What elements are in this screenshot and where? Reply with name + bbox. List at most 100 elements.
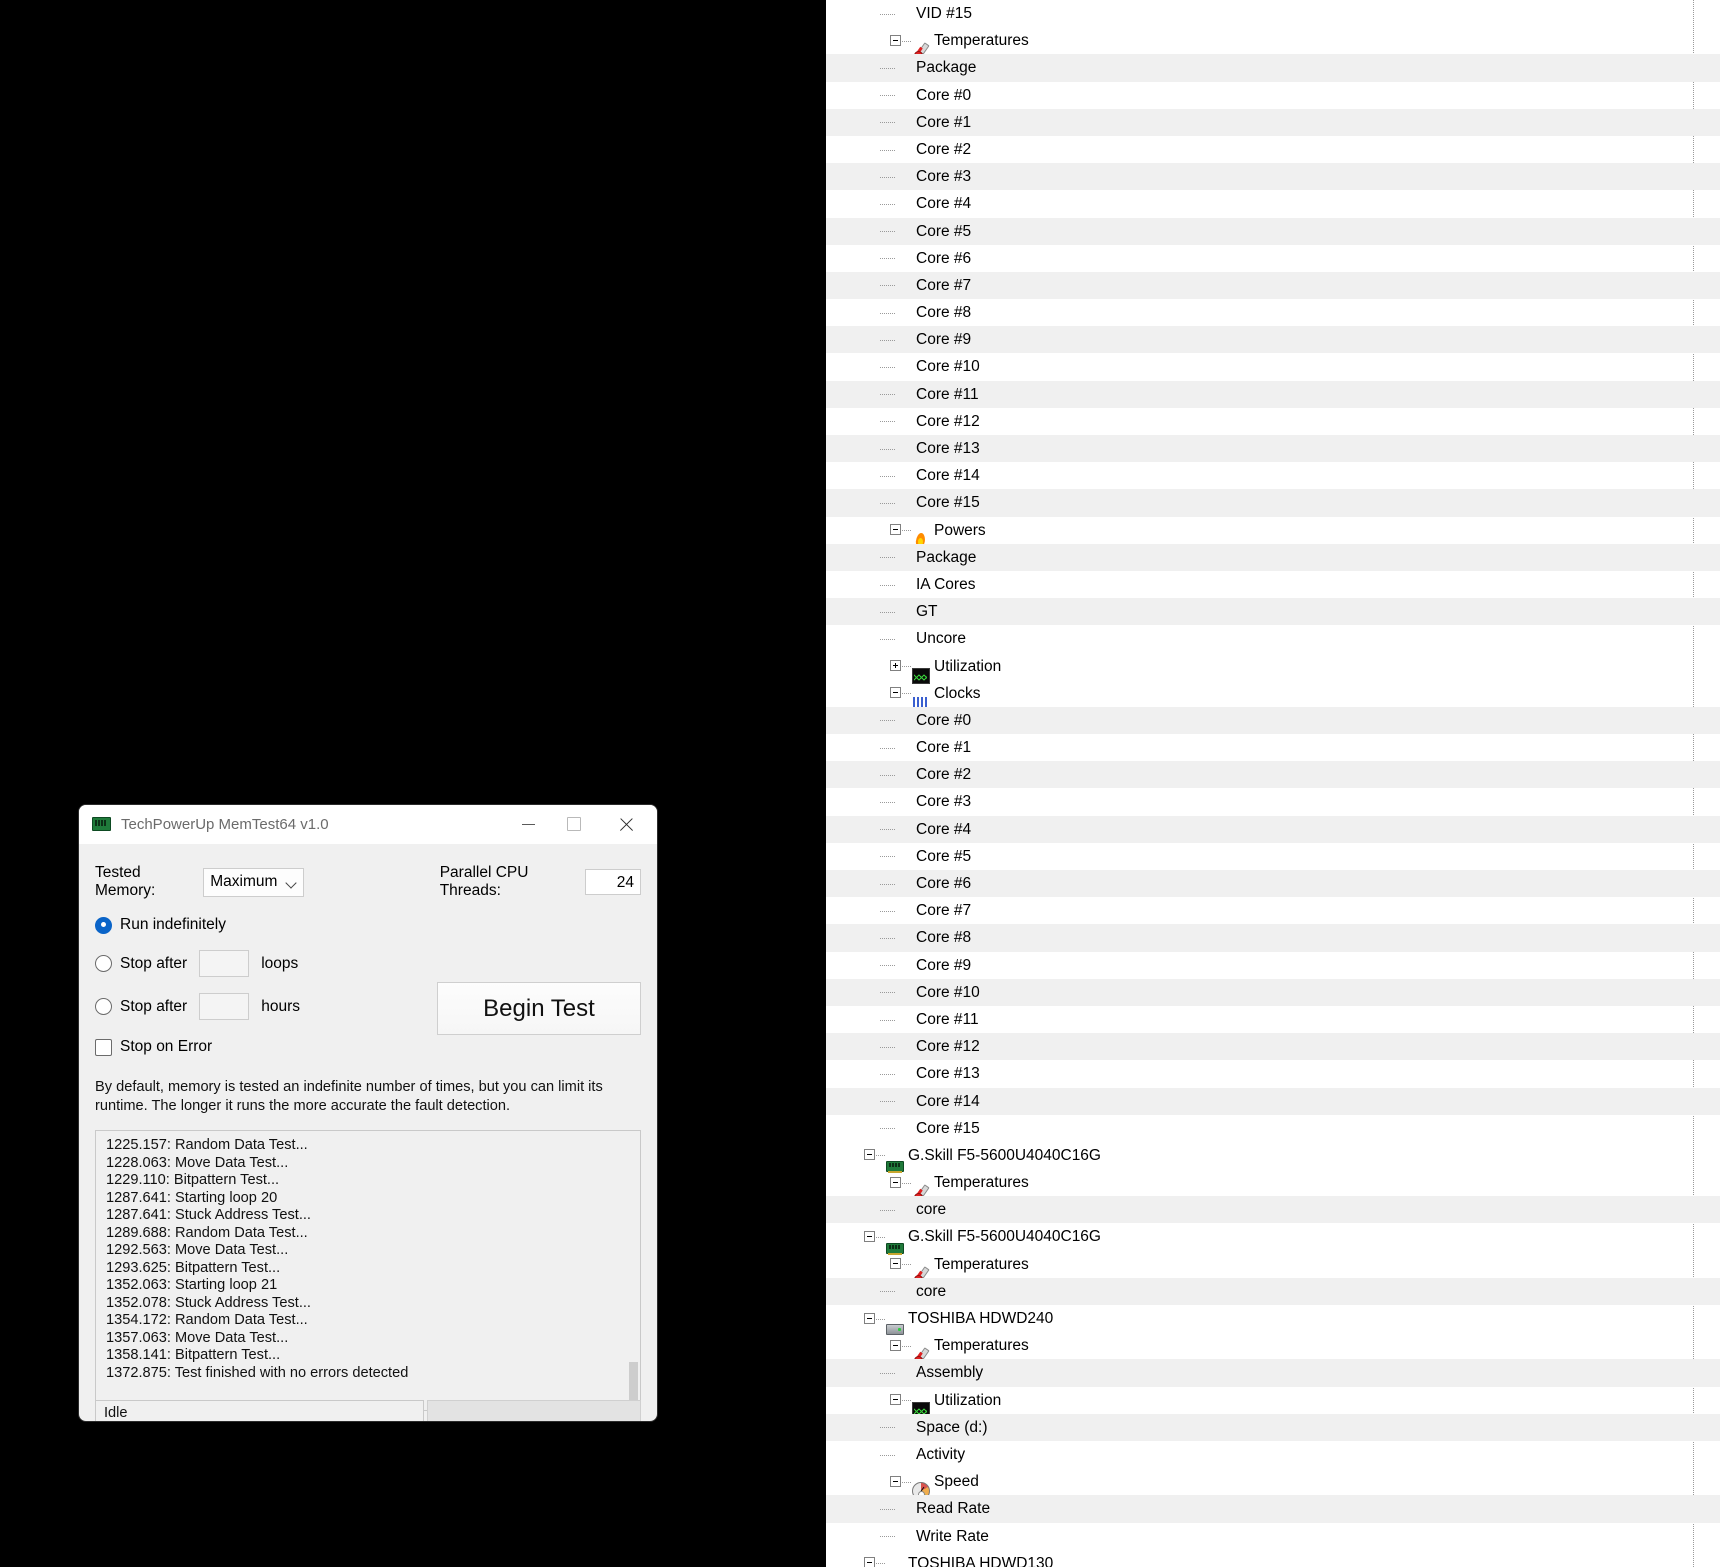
sensor-row[interactable]: Core #04900 MHz500 MHz5100 MHz — [826, 706, 1720, 735]
tested-memory-select[interactable]: Maximum — [203, 867, 304, 897]
sensor-row[interactable]: core45.5 °C (113....32.8 °C (90.9...52.3… — [826, 1196, 1720, 1224]
sensor-row[interactable]: Core #74900 MHz500 MHz5200 MHz — [826, 897, 1720, 924]
sensor-row[interactable]: Core #1336.0 °C (96.8...28.0 °C (82.4...… — [826, 435, 1720, 463]
device-node[interactable]: TOSHIBA HDWD240 — [826, 1305, 1720, 1336]
sensor-row[interactable]: Core #83900 MHz500 MHz3901 MHz — [826, 924, 1720, 952]
tree-connector — [880, 421, 896, 423]
tree-expander[interactable] — [890, 34, 901, 46]
loops-input[interactable] — [199, 950, 250, 977]
memtest64-window[interactable]: TechPowerUp MemTest64 v1.0 Tested Memory… — [78, 804, 658, 1422]
sensor-row[interactable]: Core #1435.0 °C (95.0...28.0 °C (82.4...… — [826, 462, 1720, 489]
sensor-row[interactable]: Core #1134.0 °C (93.2...26.0 °C (78.8...… — [826, 380, 1720, 408]
tree-expander[interactable] — [864, 1149, 875, 1161]
device-node[interactable]: G.Skill F5-5600U4040C16G — [826, 1223, 1720, 1255]
minimize-button[interactable] — [505, 805, 551, 843]
tree-expander[interactable] — [864, 1557, 875, 1567]
sensor-row[interactable]: Package51.0 °C (123....30.0 °C (86.0...9… — [826, 54, 1720, 82]
device-node[interactable]: TOSHIBA HDWD130 — [826, 1550, 1720, 1567]
stop-on-error-row[interactable]: Stop on Error — [95, 1038, 641, 1056]
window-titlebar[interactable]: TechPowerUp MemTest64 v1.0 — [79, 805, 657, 844]
sensor-rows-container[interactable]: VID #151.289 V0.713 V1.319 V Temperatures… — [826, 0, 1720, 1567]
sensor-row[interactable]: Core #035.0 °C (95.0...0.0 °C (32.0 °...… — [826, 82, 1720, 109]
sensor-row[interactable]: Core #65000 MHz500 MHz5200 MHz — [826, 870, 1720, 898]
close-button[interactable] — [603, 805, 649, 843]
begin-test-button[interactable]: Begin Test — [437, 982, 641, 1035]
sensor-row[interactable]: Core #1033.0 °C (91.4...26.0 °C (78.8...… — [826, 353, 1720, 380]
run-indefinitely-row[interactable]: Run indefinitely — [95, 916, 641, 934]
sensor-row[interactable]: IA Cores33.07 W2.05 W238.75 W — [826, 571, 1720, 598]
sensor-row[interactable]: Core #330.0 °C (86.0...0.0 °C (32.0 °...… — [826, 163, 1720, 191]
sensor-row[interactable]: Package34.83 W3.73 W240.52 W — [826, 543, 1720, 571]
device-node[interactable]: G.Skill F5-5600U4040C16G — [826, 1142, 1720, 1174]
group-node[interactable]: Powers — [826, 517, 1720, 547]
sensor-row[interactable]: Core #1536.0 °C (96.8...28.0 °C (82.4...… — [826, 489, 1720, 517]
stop-after-loops-row[interactable]: Stop after loops — [95, 950, 641, 977]
run-indefinitely-radio[interactable] — [95, 916, 112, 934]
sensor-row[interactable]: Core #24900 MHz500 MHz5100 MHz — [826, 761, 1720, 789]
stop-after-hours-radio[interactable] — [95, 998, 112, 1015]
sensor-row[interactable]: Core #1236.0 °C (96.8...27.0 °C (80.6...… — [826, 408, 1720, 435]
tree-expander[interactable] — [890, 1258, 901, 1270]
sensor-row[interactable]: Core #54900 MHz500 MHz5100 MHz — [826, 843, 1720, 870]
sensor-row[interactable]: Core #123900 MHz500 MHz3901 MHz — [826, 1033, 1720, 1061]
tree-expander[interactable] — [890, 687, 901, 699]
tree-expander[interactable] — [890, 1339, 901, 1351]
sensor-label: Core #10 — [916, 983, 980, 1001]
tree-connector — [880, 285, 896, 287]
log-output[interactable]: 1225.157: Random Data Test... 1228.063: M… — [95, 1130, 641, 1411]
hwinfo-sensor-panel[interactable]: VID #151.289 V0.713 V1.319 V Temperatures… — [826, 0, 1720, 1567]
sensor-row[interactable]: Core #113700 MHz500 MHz3901 MHz — [826, 1006, 1720, 1033]
sensor-row[interactable]: Core #536.0 °C (96.8...0.0 °C (32.0 °...… — [826, 217, 1720, 245]
sensor-row[interactable]: Core #634.0 °C (93.2...0.0 °C (32.0 °...… — [826, 245, 1720, 272]
sensor-row[interactable]: Core #153900 MHz500 MHz3901 MHz — [826, 1115, 1720, 1142]
sensor-row[interactable]: Core #432.0 °C (89.6...0.0 °C (32.0 °...… — [826, 190, 1720, 217]
tree-connector — [880, 747, 896, 749]
sensor-row[interactable]: core44.5 °C (112....16.0 °C (60.8...51.8… — [826, 1277, 1720, 1305]
sensor-row[interactable]: Core #133900 MHz500 MHz3901 MHz — [826, 1060, 1720, 1087]
sensor-row[interactable]: Core #135.0 °C (95.0...0.0 °C (32.0 °...… — [826, 108, 1720, 136]
sensor-row[interactable]: Write Rate0.00 MB/s0.00 MB/s0.03 MB/s — [826, 1523, 1720, 1550]
hours-input[interactable] — [199, 993, 250, 1020]
group-node[interactable]: Temperatures — [826, 27, 1720, 61]
tree-expander[interactable] — [890, 524, 901, 536]
tree-expander[interactable] — [864, 1231, 875, 1243]
sensor-row[interactable]: Core #93900 MHz500 MHz3901 MHz — [826, 952, 1720, 979]
sensor-row[interactable]: Core #34900 MHz500 MHz5100 MHz — [826, 788, 1720, 815]
tree-expander[interactable] — [890, 1176, 901, 1188]
sensor-label: Core #2 — [916, 766, 972, 784]
group-node[interactable]: Speed — [826, 1468, 1720, 1501]
maximize-button[interactable] — [551, 805, 597, 843]
sensor-row[interactable]: VID #151.289 V0.713 V1.319 V — [826, 0, 1720, 27]
group-node[interactable]: Temperatures — [826, 1169, 1720, 1203]
sensor-row[interactable]: Core #234.0 °C (93.2...0.0 °C (32.0 °...… — [826, 136, 1720, 163]
sensor-row[interactable]: Core #103900 MHz500 MHz3901 MHz — [826, 978, 1720, 1006]
stop-after-hours-label: Stop after — [120, 997, 188, 1015]
sensor-row[interactable]: Space (d:)98.0 %98.0 %98.0 % — [826, 1413, 1720, 1441]
sensor-row[interactable]: Core #933.0 °C (91.4...26.0 °C (78.8...7… — [826, 326, 1720, 354]
group-node[interactable]: Utilization — [826, 653, 1720, 685]
tree-expander[interactable] — [890, 1475, 901, 1487]
sensor-label: Core #13 — [916, 440, 980, 457]
group-node[interactable]: Utilization — [826, 1387, 1720, 1419]
sensor-row[interactable]: Assembly24.0 °C (75.2...22.0 °C (71.6...… — [826, 1359, 1720, 1387]
sensor-row[interactable]: Activity0.0 %0.0 %89.5 % — [826, 1441, 1720, 1468]
tree-expander[interactable] — [890, 660, 901, 672]
sensor-row[interactable]: Core #14900 MHz500 MHz5100 MHz — [826, 734, 1720, 761]
group-node[interactable]: Temperatures — [826, 1251, 1720, 1284]
parallel-threads-input[interactable]: 24 — [584, 869, 641, 895]
group-node[interactable]: Clocks — [826, 680, 1720, 709]
sensor-row[interactable]: Core #742.0 °C (107....29.0 °C (84.2...9… — [826, 271, 1720, 300]
log-line: 1229.110: Bitpattern Test... — [106, 1172, 280, 1188]
sensor-row[interactable]: Read Rate0.00 MB/s0.00 MB/s7.83 MB/s — [826, 1495, 1720, 1523]
sensor-row[interactable]: Core #44900 MHz500 MHz5100 MHz — [826, 815, 1720, 843]
sensor-row[interactable]: Uncore1.73 W1.52 W5.25 W — [826, 625, 1720, 652]
stop-on-error-checkbox[interactable] — [95, 1038, 112, 1056]
tree-expander[interactable] — [864, 1312, 875, 1324]
sensor-row[interactable]: Core #833.0 °C (91.4...26.0 °C (78.8...7… — [826, 299, 1720, 326]
group-node[interactable]: Temperatures — [826, 1332, 1720, 1366]
log-scrollbar-thumb[interactable] — [629, 1362, 638, 1404]
sensor-row[interactable]: GT0.02 W0.00 W0.53 W — [826, 598, 1720, 626]
sensor-row[interactable]: Core #143700 MHz500 MHz3901 MHz — [826, 1087, 1720, 1115]
stop-after-loops-radio[interactable] — [95, 955, 112, 972]
tree-expander[interactable] — [890, 1394, 901, 1406]
